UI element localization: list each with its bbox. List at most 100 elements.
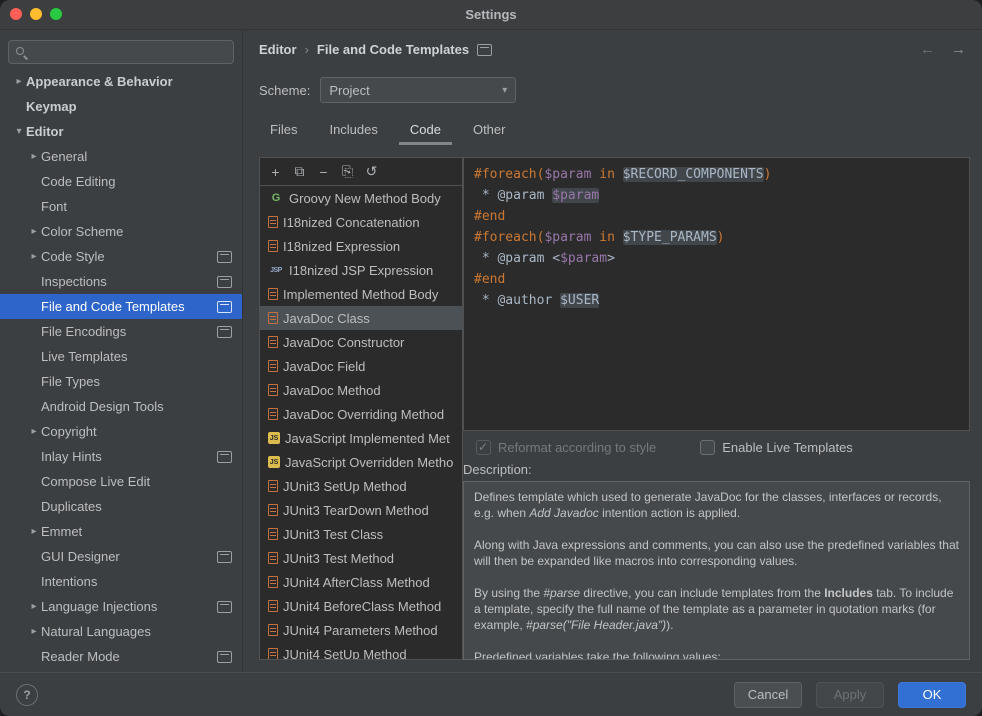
template-item-javadoc-field[interactable]: JavaDoc Field [260, 354, 462, 378]
scheme-selected-value: Project [329, 83, 369, 98]
template-item-javascript-implemented-met[interactable]: JSJavaScript Implemented Met [260, 426, 462, 450]
chevron-right-icon[interactable]: ▸ [27, 626, 41, 637]
search-box[interactable] [8, 40, 234, 64]
template-item-junit3-teardown-method[interactable]: JUnit3 TearDown Method [260, 498, 462, 522]
chevron-down-icon[interactable]: ▾ [12, 126, 26, 137]
screen-icon [217, 551, 232, 563]
cancel-button[interactable]: Cancel [734, 682, 802, 708]
template-item-junit4-beforeclass-method[interactable]: JUnit4 BeforeClass Method [260, 594, 462, 618]
tab-files[interactable]: Files [259, 117, 308, 145]
template-item-junit3-setup-method[interactable]: JUnit3 SetUp Method [260, 474, 462, 498]
chevron-right-icon[interactable]: ▸ [27, 151, 41, 162]
tree-item-inspections[interactable]: Inspections [0, 269, 242, 294]
back-button[interactable]: ← [920, 41, 935, 58]
tree-item-label: Duplicates [41, 499, 102, 514]
template-item-label: JavaDoc Class [283, 311, 370, 326]
tab-other[interactable]: Other [462, 117, 517, 145]
template-item-label: JUnit4 BeforeClass Method [283, 599, 441, 614]
template-item-groovy-new-method-body[interactable]: GGroovy New Method Body [260, 186, 462, 210]
tree-item-emmet[interactable]: ▸Emmet [0, 519, 242, 544]
checkbox-reformat-according-to-style[interactable]: Reformat according to style [476, 440, 656, 455]
chevron-right-icon[interactable]: ▸ [27, 226, 41, 237]
tree-item-gui-designer[interactable]: GUI Designer [0, 544, 242, 569]
chevron-right-icon[interactable]: ▸ [27, 426, 41, 437]
search-input[interactable] [33, 44, 227, 61]
tree-item-intentions[interactable]: Intentions [0, 569, 242, 594]
template-item-junit3-test-method[interactable]: JUnit3 Test Method [260, 546, 462, 570]
tree-item-live-templates[interactable]: Live Templates [0, 344, 242, 369]
chevron-right-icon[interactable]: ▸ [27, 251, 41, 262]
template-item-i18nized-expression[interactable]: I18nized Expression [260, 234, 462, 258]
tree-item-file-types[interactable]: File Types [0, 369, 242, 394]
options-row: Reformat according to style Enable Live T… [476, 436, 853, 458]
tree-item-code-editing[interactable]: Code Editing [0, 169, 242, 194]
revert-icon[interactable]: ↺ [361, 161, 382, 182]
forward-button[interactable]: → [951, 41, 966, 58]
tree-item-language-injections[interactable]: ▸Language Injections [0, 594, 242, 619]
template-item-implemented-method-body[interactable]: Implemented Method Body [260, 282, 462, 306]
chevron-right-icon[interactable]: ▸ [27, 601, 41, 612]
tree-item-file-and-code-templates[interactable]: File and Code Templates [0, 294, 242, 319]
tree-item-label: Live Templates [41, 349, 127, 364]
minimize-button[interactable] [30, 8, 42, 20]
chevron-right-icon[interactable]: ▸ [27, 526, 41, 537]
tree-item-color-scheme[interactable]: ▸Color Scheme [0, 219, 242, 244]
tree-item-copyright[interactable]: ▸Copyright [0, 419, 242, 444]
tree-item-label: Compose Live Edit [41, 474, 150, 489]
template-item-label: I18nized JSP Expression [289, 263, 433, 278]
tree-item-compose-live-edit[interactable]: Compose Live Edit [0, 469, 242, 494]
template-item-javascript-overridden-metho[interactable]: JSJavaScript Overridden Metho [260, 450, 462, 474]
tree-item-editor[interactable]: ▾Editor [0, 119, 242, 144]
template-item-label: JUnit4 AfterClass Method [283, 575, 430, 590]
tree-item-natural-languages[interactable]: ▸Natural Languages [0, 619, 242, 644]
template-item-label: JUnit3 Test Method [283, 551, 394, 566]
template-item-junit4-parameters-method[interactable]: JUnit4 Parameters Method [260, 618, 462, 642]
footer-buttons: Cancel Apply OK [734, 682, 966, 708]
checkbox-enable-live-templates[interactable]: Enable Live Templates [700, 440, 853, 455]
breadcrumb-parent[interactable]: Editor [259, 42, 297, 57]
tree-item-android-design-tools[interactable]: Android Design Tools [0, 394, 242, 419]
checkbox-box[interactable] [476, 440, 491, 455]
template-item-javadoc-class[interactable]: JavaDoc Class [260, 306, 462, 330]
template-item-javadoc-method[interactable]: JavaDoc Method [260, 378, 462, 402]
tree-item-appearance-behavior[interactable]: ▸Appearance & Behavior [0, 69, 242, 94]
template-item-label: JavaDoc Overriding Method [283, 407, 444, 422]
template-item-junit3-test-class[interactable]: JUnit3 Test Class [260, 522, 462, 546]
close-button[interactable] [10, 8, 22, 20]
template-item-junit4-afterclass-method[interactable]: JUnit4 AfterClass Method [260, 570, 462, 594]
remove-icon[interactable]: − [313, 161, 334, 182]
tree-item-duplicates[interactable]: Duplicates [0, 494, 242, 519]
add-icon[interactable]: + [265, 161, 286, 182]
template-item-junit4-setup-method[interactable]: JUnit4 SetUp Method [260, 642, 462, 659]
scheme-select[interactable]: Project ▾ [320, 77, 516, 103]
template-item-label: JavaScript Overridden Metho [285, 455, 453, 470]
tree-item-keymap[interactable]: Keymap [0, 94, 242, 119]
tree-item-reader-mode[interactable]: Reader Mode [0, 644, 242, 669]
help-button[interactable]: ? [16, 684, 38, 706]
template-item-i18nized-jsp-expression[interactable]: JSPI18nized JSP Expression [260, 258, 462, 282]
tree-item-file-encodings[interactable]: File Encodings [0, 319, 242, 344]
template-editor[interactable]: #foreach($param in $RECORD_COMPONENTS) *… [463, 157, 970, 431]
breadcrumb-current: File and Code Templates [317, 42, 469, 57]
tab-code[interactable]: Code [399, 117, 452, 145]
list-toolbar: +⧉−⎘↺ [260, 158, 462, 186]
template-file-icon [268, 576, 278, 588]
zoom-button[interactable] [50, 8, 62, 20]
tree-item-font[interactable]: Font [0, 194, 242, 219]
scheme-row: Scheme: Project ▾ [259, 77, 516, 103]
template-item-javadoc-constructor[interactable]: JavaDoc Constructor [260, 330, 462, 354]
chevron-right-icon[interactable]: ▸ [12, 76, 26, 87]
tree-item-inlay-hints[interactable]: Inlay Hints [0, 444, 242, 469]
tree-item-code-style[interactable]: ▸Code Style [0, 244, 242, 269]
code-line: #end [464, 269, 969, 290]
breadcrumb: Editor › File and Code Templates [259, 42, 492, 57]
template-item-javadoc-overriding-method[interactable]: JavaDoc Overriding Method [260, 402, 462, 426]
apply-button[interactable]: Apply [816, 682, 884, 708]
template-item-i18nized-concatenation[interactable]: I18nized Concatenation [260, 210, 462, 234]
ok-button[interactable]: OK [898, 682, 966, 708]
checkbox-box[interactable] [700, 440, 715, 455]
copy-icon[interactable]: ⧉ [289, 161, 310, 182]
tree-item-general[interactable]: ▸General [0, 144, 242, 169]
duplicate-icon[interactable]: ⎘ [337, 161, 358, 182]
tab-includes[interactable]: Includes [318, 117, 388, 145]
